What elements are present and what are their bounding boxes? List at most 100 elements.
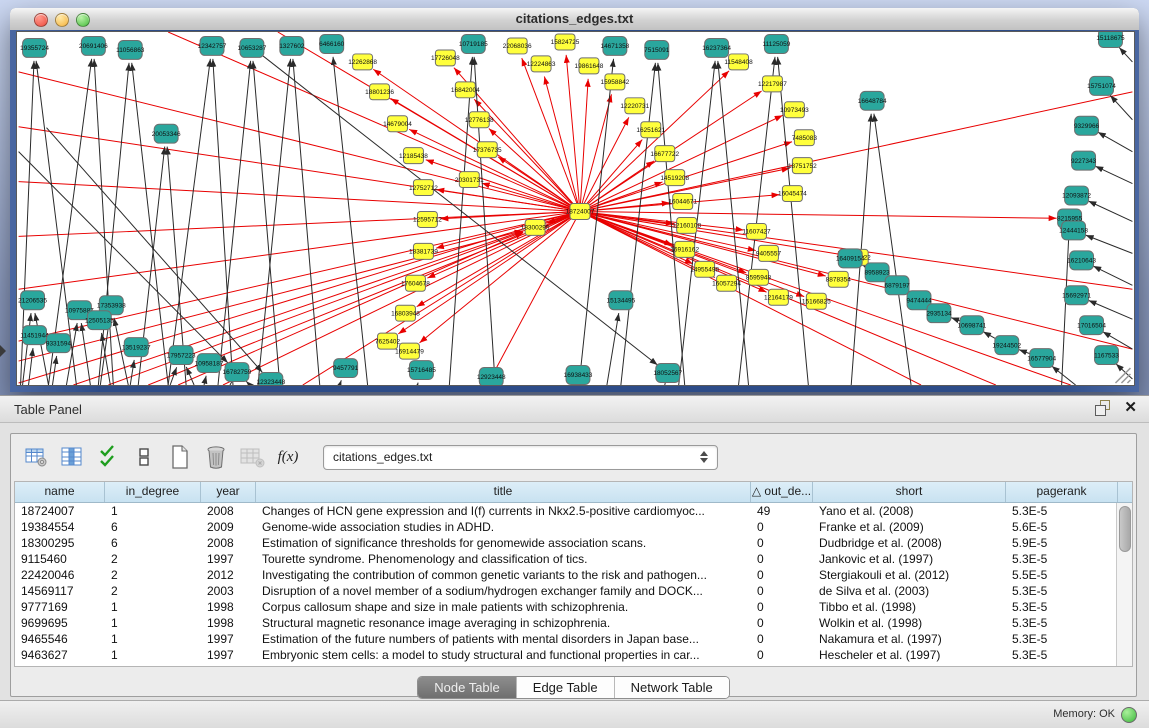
graph-node[interactable]: 12220731 [620,98,649,114]
graph-node[interactable]: 11056863 [116,40,145,59]
import-table-icon[interactable] [237,442,267,472]
graph-node[interactable]: 15958842 [600,74,629,90]
column-header-in_degree[interactable]: in_degree [105,482,201,502]
graph-node[interactable]: 17957223 [167,346,196,365]
column-header-name[interactable]: name [15,482,105,502]
graph-node[interactable]: 17376735 [473,142,502,158]
graph-node[interactable]: 9329966 [1074,116,1100,135]
graph-node[interactable]: 9405557 [756,245,782,261]
graph-node[interactable]: 15166825 [802,293,831,309]
graph-node[interactable]: 12185438 [399,148,428,164]
table-row[interactable]: 1456911722003Disruption of a novel membe… [15,583,1132,599]
graph-node[interactable]: 10698741 [957,316,986,335]
scrollbar-thumb[interactable] [1119,506,1131,552]
graph-node[interactable]: 12595712 [413,211,442,227]
graph-node[interactable]: 12093872 [1062,186,1091,205]
graph-node[interactable]: 16237364 [702,38,731,57]
table-row[interactable]: 911546021997Tourette syndrome. Phenomeno… [15,551,1132,567]
graph-node[interactable]: 6466160 [319,34,345,53]
graph-node[interactable]: 6879197 [884,276,910,295]
graph-node[interactable]: 12444158 [1059,221,1088,240]
table-row[interactable]: 977716911998Corpus callosum shape and si… [15,599,1132,615]
graph-node[interactable]: 8878354 [826,271,852,287]
graph-node[interactable]: 17604678 [401,275,430,291]
graph-node[interactable]: 20053346 [152,124,181,143]
graph-node[interactable]: 12262868 [348,54,377,70]
graph-node[interactable]: 12217987 [758,76,787,92]
graph-node[interactable]: 21206535 [18,291,47,310]
graph-node[interactable]: 18052567 [653,364,682,383]
graph-node[interactable]: 15118675 [1096,32,1125,47]
graph-node[interactable]: 12323448 [256,373,285,385]
graph-node[interactable]: 11125059 [763,34,791,53]
tab-node-table[interactable]: Node Table [418,677,517,698]
graph-node[interactable]: 7515091 [644,40,670,59]
table-row[interactable]: 946554611997Estimation of the future num… [15,631,1132,647]
graph-node[interactable]: 15692971 [1062,286,1091,305]
network-canvas[interactable]: 1872400712262868188012361467900412185438… [17,32,1134,385]
close-panel-icon[interactable]: ✕ [1124,400,1137,416]
graph-node[interactable]: 15751074 [1087,76,1116,95]
graph-node[interactable]: 14955498 [690,261,719,277]
graph-node[interactable]: 17726048 [431,50,460,66]
graph-node[interactable]: 16045474 [778,186,807,202]
graph-node[interactable]: 16577904 [1027,349,1056,368]
graph-node[interactable]: 19355724 [20,38,49,57]
column-header-short[interactable]: short [813,482,1006,502]
delete-icon[interactable] [201,442,231,472]
graph-node[interactable]: 14671358 [600,36,629,55]
graph-node[interactable]: 11451944 [20,326,49,345]
table-row[interactable]: 1938455462009Genome-wide association stu… [15,519,1132,535]
graph-node[interactable]: 7625402 [375,333,401,349]
network-canvas-container[interactable]: 1872400712262868188012361467900412185438… [16,31,1135,386]
graph-node[interactable]: 20301731 [455,172,484,188]
graph-node[interactable]: 2935134 [926,304,952,323]
table-row[interactable]: 1872400712008Changes of HCN gene express… [15,503,1132,519]
graph-node[interactable]: 15716485 [407,361,436,380]
graph-node[interactable]: 16938433 [564,366,593,385]
graph-node[interactable]: 18751752 [788,158,817,174]
graph-node[interactable]: 18724007 [566,204,595,220]
graph-node[interactable]: 18300295 [521,219,550,235]
graph-node[interactable]: 19861648 [575,58,604,74]
graph-node[interactable]: 10958187 [195,354,224,373]
graph-node[interactable]: 7485083 [792,130,818,146]
graph-node[interactable]: 15134495 [606,291,635,310]
table-row[interactable]: 946362711997Embryonic stem cells: a mode… [15,647,1132,663]
graph-node[interactable]: 12505135 [85,311,114,330]
graph-node[interactable]: 12224863 [527,56,556,72]
graph-node[interactable]: 22068036 [503,38,532,54]
function-icon[interactable]: f(x) [273,442,303,472]
table-selector-dropdown[interactable]: citations_edges.txt [323,445,718,470]
rows-button[interactable] [129,442,159,472]
graph-node[interactable]: 10719185 [459,34,488,53]
graph-node[interactable]: 1167533 [1094,346,1119,365]
graph-node[interactable]: 16782759 [223,363,252,382]
column-header-out_de[interactable]: △ out_de... [751,482,813,502]
table-settings-button[interactable] [21,442,51,472]
graph-node[interactable]: 13519237 [122,338,151,357]
graph-node[interactable]: 12164179 [764,289,793,305]
graph-node[interactable]: 15824725 [551,34,580,50]
graph-node[interactable]: 11607427 [742,223,771,239]
tab-edge-table[interactable]: Edge Table [517,677,615,698]
graph-node[interactable]: 16648784 [858,91,887,110]
graph-node[interactable]: 9457791 [333,359,359,378]
graph-node[interactable]: 11548408 [724,54,753,70]
select-rows-button[interactable] [93,442,123,472]
column-header-pagerank[interactable]: pagerank [1006,482,1118,502]
memory-status-indicator[interactable] [1121,707,1137,723]
float-panel-icon[interactable] [1094,400,1110,416]
column-button[interactable] [57,442,87,472]
graph-node[interactable]: 16057294 [712,275,741,291]
new-document-icon[interactable] [165,442,195,472]
graph-node[interactable]: 20691406 [79,36,108,55]
panel-collapse-arrow[interactable] [0,345,6,357]
graph-node[interactable]: 9331594 [46,334,72,353]
graph-node[interactable]: 16044671 [668,194,697,210]
graph-node[interactable]: 8595948 [746,269,772,285]
graph-node[interactable]: 16251621 [636,122,665,138]
graph-node[interactable]: 18801236 [365,84,394,100]
graph-node[interactable]: 10973493 [780,102,809,118]
graph-node[interactable]: 16677722 [650,146,679,162]
